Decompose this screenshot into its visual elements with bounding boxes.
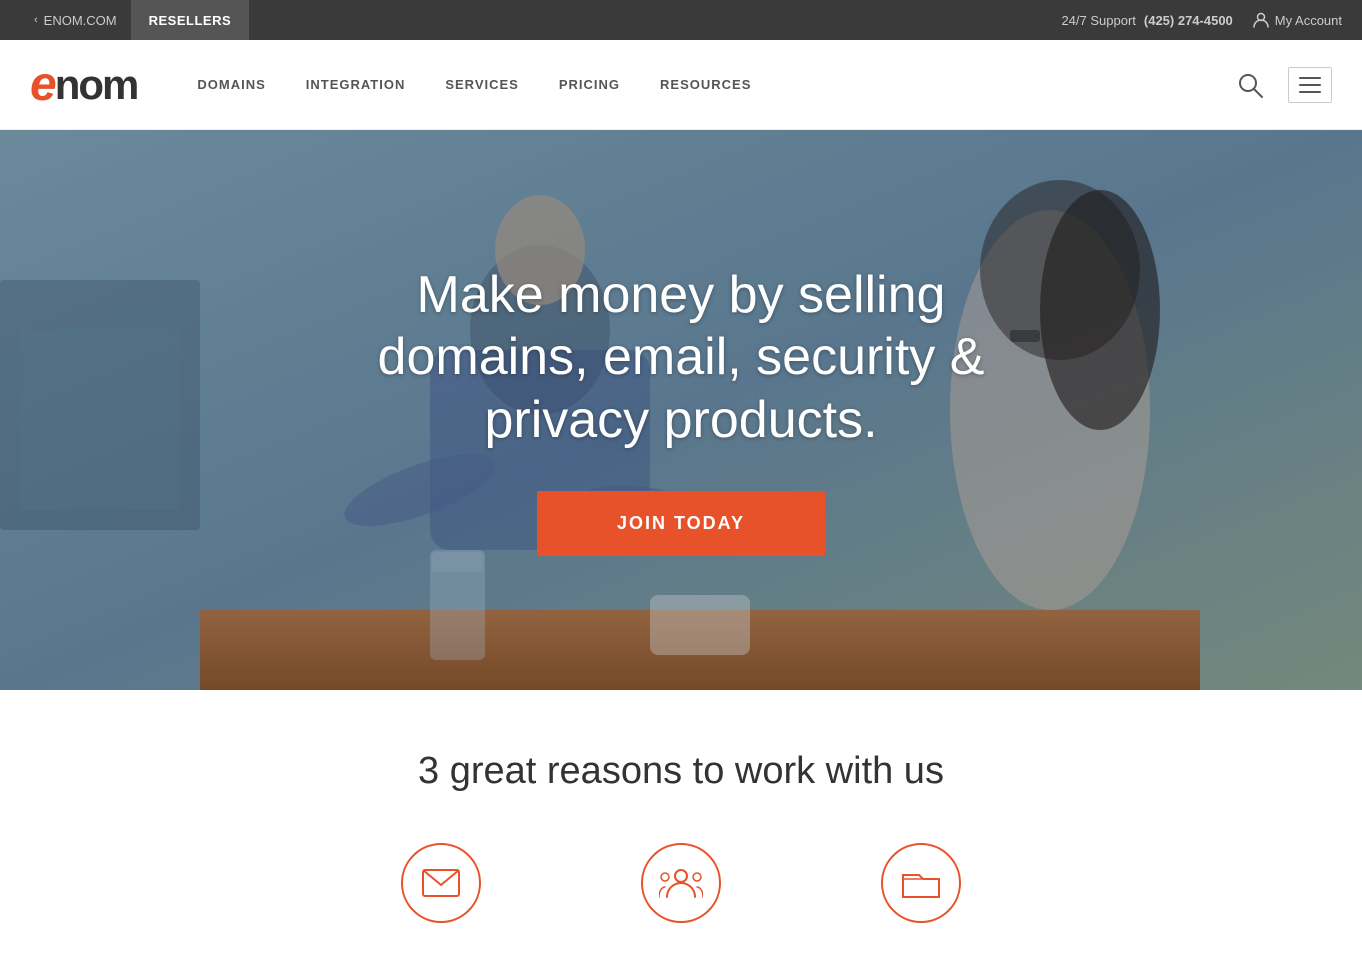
hamburger-icon xyxy=(1299,77,1321,93)
folder-icon xyxy=(901,867,941,899)
site-logo[interactable]: enom xyxy=(30,61,137,109)
nav-actions xyxy=(1232,67,1332,103)
envelope-circle-icon xyxy=(401,843,481,923)
icons-row xyxy=(30,843,1332,933)
nav-pricing[interactable]: PRICING xyxy=(559,77,620,92)
nav-links: DOMAINS INTEGRATION SERVICES PRICING RES… xyxy=(197,77,1232,92)
user-icon xyxy=(1253,12,1269,28)
my-account-label: My Account xyxy=(1275,13,1342,28)
menu-button[interactable] xyxy=(1288,67,1332,103)
top-bar: ‹ ENOM.COM RESELLERS 24/7 Support (425) … xyxy=(0,0,1362,40)
nav-resources[interactable]: RESOURCES xyxy=(660,77,751,92)
support-phone[interactable]: (425) 274-4500 xyxy=(1144,13,1233,28)
logo-rest: nom xyxy=(55,64,138,106)
reason-2 xyxy=(641,843,721,923)
hero-section: Make money by selling domains, email, se… xyxy=(0,130,1362,690)
reason-1 xyxy=(401,843,481,923)
hero-content: Make money by selling domains, email, se… xyxy=(331,264,1031,556)
back-arrow-icon: ‹ xyxy=(34,14,38,26)
logo-e: e xyxy=(30,61,55,109)
search-icon xyxy=(1236,71,1264,99)
enom-link-label: ENOM.COM xyxy=(44,13,117,28)
support-label: 24/7 Support xyxy=(1061,13,1135,28)
support-info: 24/7 Support (425) 274-4500 xyxy=(1061,13,1232,28)
back-to-enom[interactable]: ‹ ENOM.COM xyxy=(20,0,131,40)
group-icon xyxy=(659,868,703,898)
group-circle-icon xyxy=(641,843,721,923)
top-bar-left: ‹ ENOM.COM RESELLERS xyxy=(20,0,249,40)
resellers-tab[interactable]: RESELLERS xyxy=(131,0,250,40)
join-today-button[interactable]: JOIN TODAY xyxy=(537,491,825,556)
lower-section: 3 great reasons to work with us xyxy=(0,690,1362,953)
nav-services[interactable]: SERVICES xyxy=(445,77,519,92)
search-button[interactable] xyxy=(1232,67,1268,103)
envelope-icon xyxy=(422,869,460,897)
nav-integration[interactable]: INTEGRATION xyxy=(306,77,406,92)
hero-headline: Make money by selling domains, email, se… xyxy=(351,264,1011,451)
nav-domains[interactable]: DOMAINS xyxy=(197,77,265,92)
folder-circle-icon xyxy=(881,843,961,923)
my-account-button[interactable]: My Account xyxy=(1253,12,1342,28)
reasons-title: 3 great reasons to work with us xyxy=(30,750,1332,793)
main-nav: enom DOMAINS INTEGRATION SERVICES PRICIN… xyxy=(0,40,1362,130)
resellers-label: RESELLERS xyxy=(149,13,232,28)
top-bar-right: 24/7 Support (425) 274-4500 My Account xyxy=(1061,12,1342,28)
reason-3 xyxy=(881,843,961,923)
